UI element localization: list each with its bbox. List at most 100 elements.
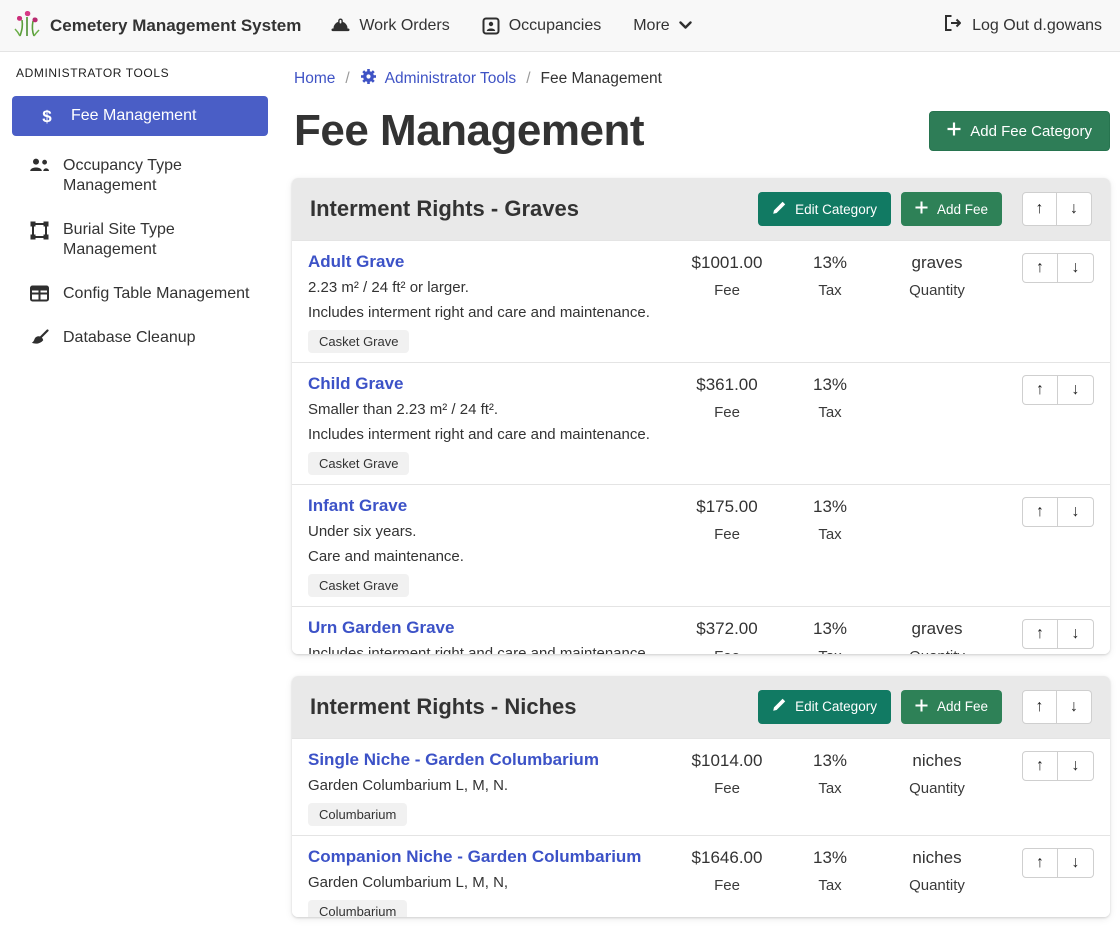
fee-amount: $175.00 (668, 497, 786, 517)
fee-row: Adult Grave 2.23 m² / 24 ft² or larger. … (292, 240, 1110, 362)
fee-amount: $361.00 (668, 375, 786, 395)
fee-name-link[interactable]: Child Grave (308, 374, 403, 394)
add-fee-button[interactable]: Add Fee (901, 192, 1002, 226)
category-header: Interment Rights - Graves Edit Category (292, 178, 1110, 240)
fee-category-card: Interment Rights - Graves Edit Category (292, 178, 1110, 654)
sidebar-item-burial-site-type-management[interactable]: Burial Site Type Management (12, 212, 268, 268)
fee-name-link[interactable]: Single Niche - Garden Columbarium (308, 750, 599, 770)
fee-reorder-group: ↑ ↓ (1022, 497, 1094, 527)
breadcrumb-home[interactable]: Home (294, 70, 335, 88)
nav-more[interactable]: More (633, 17, 691, 35)
fee-reorder-group: ↑ ↓ (1022, 619, 1094, 649)
tax-cell: 13% Tax (786, 496, 874, 597)
fee-actions: ↑ ↓ (1000, 496, 1094, 597)
move-fee-down-button[interactable]: ↓ (1058, 751, 1094, 781)
quantity-cell (874, 374, 1000, 475)
fee-row: Companion Niche - Garden Columbarium Gar… (292, 835, 1110, 917)
app-window: Cemetery Management System Work Orders (0, 0, 1120, 939)
quantity-value: niches (874, 751, 1000, 771)
tax-label: Tax (786, 648, 874, 654)
brand-link[interactable]: Cemetery Management System (14, 8, 301, 43)
move-category-down-button[interactable]: ↓ (1057, 192, 1092, 226)
nav-occupancies[interactable]: Occupancies (482, 17, 602, 35)
content-area: ADMINISTRATOR TOOLS $ Fee Management Occ… (0, 52, 1120, 939)
logout-button[interactable]: Log Out d.gowans (943, 14, 1102, 37)
add-fee-category-button[interactable]: Add Fee Category (929, 111, 1110, 151)
sidebar-item-label: Config Table Management (63, 284, 250, 304)
quantity-cell: graves Quantity (874, 618, 1000, 654)
fee-name-link[interactable]: Adult Grave (308, 252, 404, 272)
tax-value: 13% (786, 848, 874, 868)
move-fee-up-button[interactable]: ↑ (1022, 848, 1058, 878)
edit-category-button[interactable]: Edit Category (758, 192, 891, 226)
move-category-down-button[interactable]: ↓ (1057, 690, 1092, 724)
nav-work-orders[interactable]: Work Orders (331, 17, 449, 35)
sidebar-item-occupancy-type-management[interactable]: Occupancy Type Management (12, 148, 268, 204)
sidebar-item-database-cleanup[interactable]: Database Cleanup (12, 320, 268, 356)
move-fee-up-button[interactable]: ↑ (1022, 375, 1058, 405)
sidebar-item-config-table-management[interactable]: Config Table Management (12, 276, 268, 312)
quantity-value: graves (874, 619, 1000, 639)
vector-square-icon (28, 221, 50, 240)
move-category-up-button[interactable]: ↑ (1022, 690, 1057, 724)
fee-reorder-group: ↑ ↓ (1022, 751, 1094, 781)
fee-amount-label: Fee (668, 877, 786, 894)
fee-name-link[interactable]: Urn Garden Grave (308, 618, 454, 638)
breadcrumb-separator: / (345, 70, 349, 88)
breadcrumb-admin-tools[interactable]: Administrator Tools (360, 68, 517, 90)
quantity-label: Quantity (874, 648, 1000, 654)
move-fee-up-button[interactable]: ↑ (1022, 253, 1058, 283)
breadcrumb-label: Administrator Tools (385, 70, 517, 88)
category-reorder-group: ↑ ↓ (1022, 192, 1092, 226)
move-fee-up-button[interactable]: ↑ (1022, 751, 1058, 781)
move-fee-up-button[interactable]: ↑ (1022, 619, 1058, 649)
sidebar-item-label: Database Cleanup (63, 328, 196, 348)
add-fee-button[interactable]: Add Fee (901, 690, 1002, 724)
button-label: Add Fee (937, 699, 988, 714)
move-fee-down-button[interactable]: ↓ (1058, 375, 1094, 405)
fee-reorder-group: ↑ ↓ (1022, 375, 1094, 405)
category-actions: Edit Category Add Fee ↑ ↓ (758, 192, 1092, 226)
move-category-up-button[interactable]: ↑ (1022, 192, 1057, 226)
plus-icon (915, 201, 928, 217)
move-fee-down-button[interactable]: ↓ (1058, 619, 1094, 649)
fee-amount-cell: $1014.00 Fee (668, 750, 786, 826)
broom-icon (28, 329, 50, 347)
breadcrumb-current: Fee Management (541, 70, 663, 88)
fee-type-badge: Casket Grave (308, 452, 409, 475)
quantity-value: niches (874, 848, 1000, 868)
tulip-bouquet-icon (14, 8, 40, 43)
move-fee-down-button[interactable]: ↓ (1058, 848, 1094, 878)
fee-reorder-group: ↑ ↓ (1022, 253, 1094, 283)
move-fee-down-button[interactable]: ↓ (1058, 253, 1094, 283)
fee-actions: ↑ ↓ (1000, 618, 1094, 654)
edit-category-button[interactable]: Edit Category (758, 690, 891, 724)
fee-amount-cell: $1001.00 Fee (668, 252, 786, 353)
fee-name-link[interactable]: Infant Grave (308, 496, 407, 516)
fee-description: 2.23 m² / 24 ft² or larger. (308, 278, 668, 297)
chevron-down-icon (679, 21, 692, 30)
fee-name-link[interactable]: Companion Niche - Garden Columbarium (308, 847, 641, 867)
move-fee-down-button[interactable]: ↓ (1058, 497, 1094, 527)
nav-links: Work Orders Occupancies More (331, 17, 691, 35)
fee-info: Infant Grave Under six years. Care and m… (308, 496, 668, 597)
fee-info: Urn Garden Grave Includes interment righ… (308, 618, 668, 654)
fee-actions: ↑ ↓ (1000, 252, 1094, 353)
people-icon (28, 157, 50, 173)
nav-label: More (633, 17, 669, 35)
fee-description: Includes interment right and care and ma… (308, 644, 668, 654)
plus-icon (915, 699, 928, 715)
tax-cell: 13% Tax (786, 252, 874, 353)
fee-type-badge: Casket Grave (308, 574, 409, 597)
hard-hat-icon (331, 17, 350, 34)
quantity-cell: graves Quantity (874, 252, 1000, 353)
tax-cell: 13% Tax (786, 847, 874, 917)
tax-value: 13% (786, 375, 874, 395)
fee-info: Child Grave Smaller than 2.23 m² / 24 ft… (308, 374, 668, 475)
move-fee-up-button[interactable]: ↑ (1022, 497, 1058, 527)
gear-icon (360, 68, 377, 90)
fee-row: Urn Garden Grave Includes interment righ… (292, 606, 1110, 654)
sidebar-item-fee-management[interactable]: $ Fee Management (12, 96, 268, 136)
logout-label: Log Out d.gowans (972, 17, 1102, 35)
button-label: Add Fee Category (970, 123, 1092, 140)
